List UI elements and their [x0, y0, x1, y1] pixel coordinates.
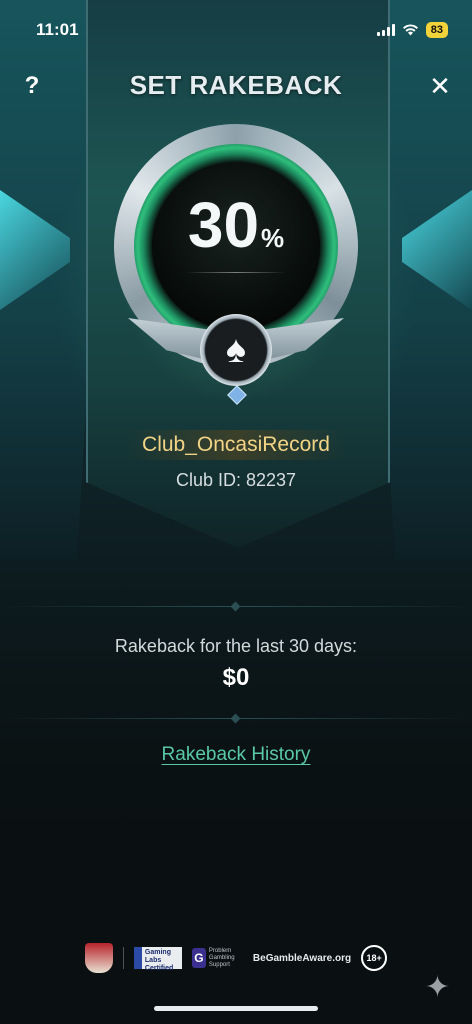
status-bar: 11:01 83	[0, 0, 472, 60]
percent-symbol: %	[261, 223, 285, 253]
gli-certified-logo: Gaming Labs Certified	[133, 947, 182, 972]
age-restriction-badge: 18+	[361, 945, 388, 971]
pgs-icon: G	[191, 948, 206, 968]
divider-top	[0, 601, 472, 612]
wifi-icon	[402, 24, 418, 36]
percent-value: 30	[187, 189, 260, 261]
cellular-signal-icon	[376, 24, 395, 36]
sparkle-icon: ✦	[424, 971, 450, 1004]
page-title: SET RAKEBACK	[129, 70, 343, 100]
spade-icon: ♠	[225, 329, 247, 371]
begambleaware-logo: BeGambleAware.org	[252, 952, 352, 964]
rakeback-percent: 30%	[0, 188, 472, 262]
club-badge: ♠	[200, 314, 272, 386]
rakeback-amount: $0	[222, 664, 250, 691]
ring-divider	[186, 272, 286, 273]
rakeback-history[interactable]: Rakeback History	[0, 744, 472, 766]
status-indicators: 83	[376, 22, 448, 38]
problem-gambling-support-logo: G Problem Gambling Support	[191, 947, 243, 969]
home-indicator[interactable]	[154, 1006, 318, 1011]
rakeback-period-label: Rakeback for the last 30 days:	[114, 636, 358, 656]
close-icon[interactable]: ✕	[424, 70, 456, 102]
club-name-text: Club_OncasiRecord	[124, 430, 348, 460]
regulator-crest-logo	[84, 943, 113, 973]
club-id: Club ID: 82237	[175, 470, 297, 490]
divider-bottom	[0, 713, 472, 724]
pgs-text: Problem Gambling Support	[208, 947, 235, 968]
club-name: Club_OncasiRecord	[0, 430, 472, 460]
battery-indicator: 83	[425, 22, 448, 38]
logo-separator	[122, 947, 124, 969]
rakeback-history-link[interactable]: Rakeback History	[162, 744, 311, 765]
footer-logos: Gaming Labs Certified G Problem Gambling…	[0, 940, 472, 976]
status-time: 11:01	[36, 20, 79, 39]
